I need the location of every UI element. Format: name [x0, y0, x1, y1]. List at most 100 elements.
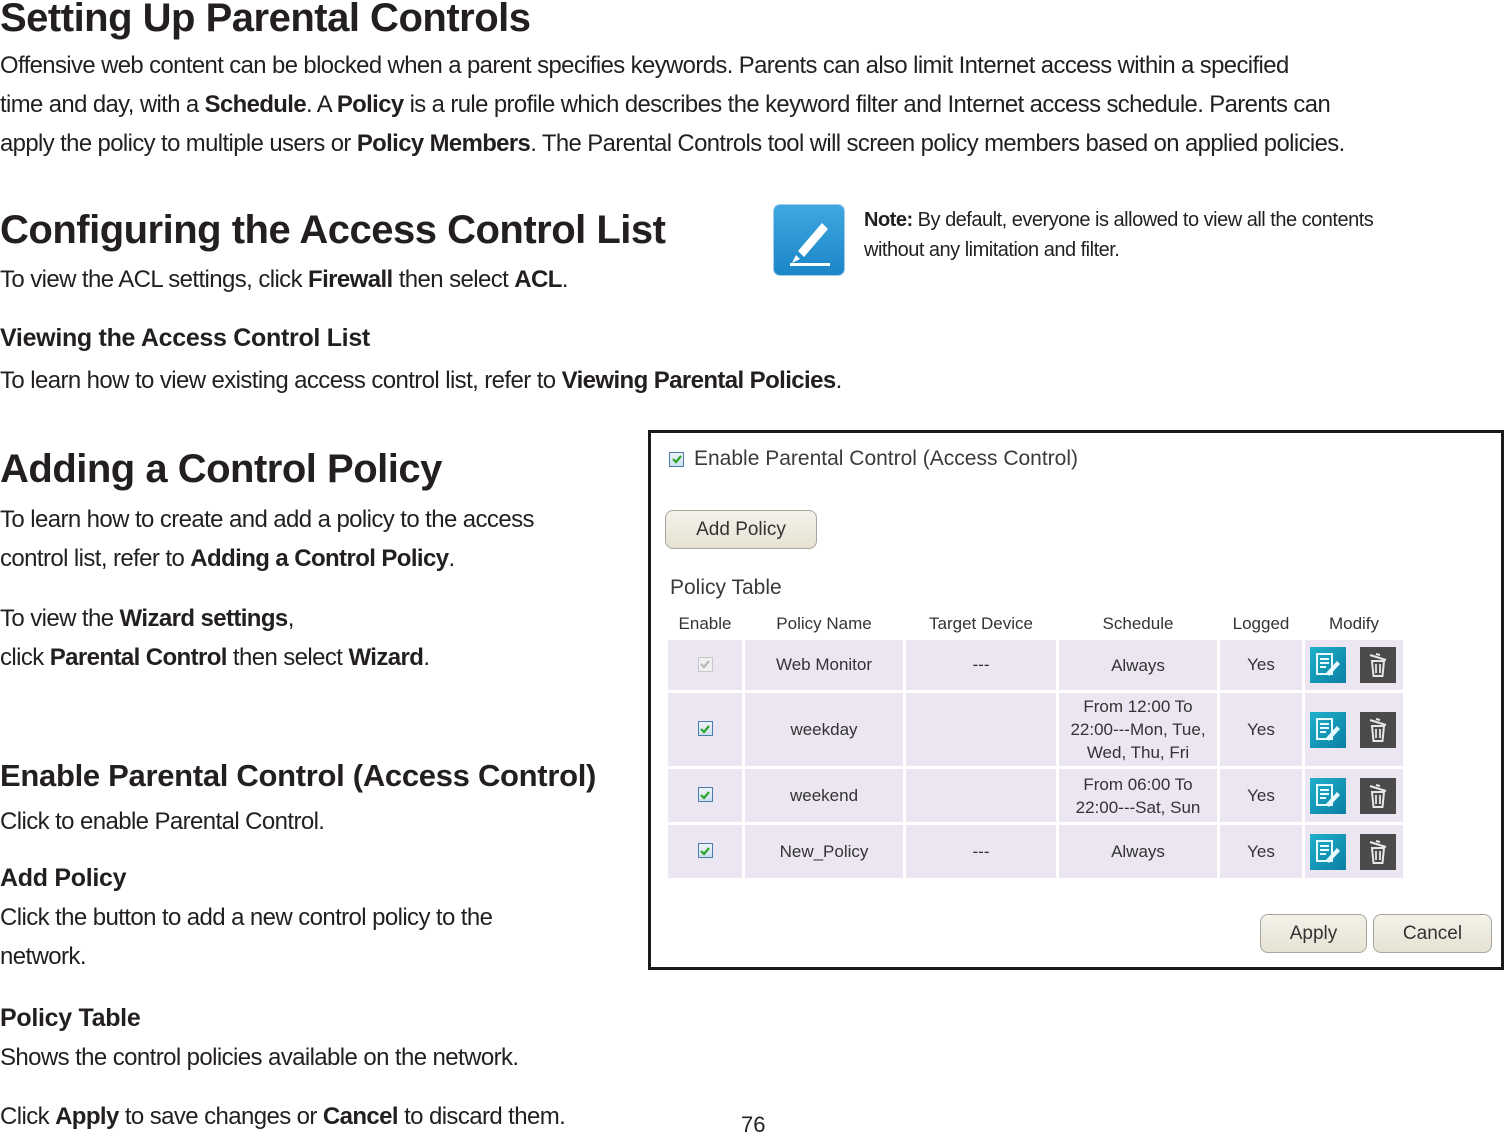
note-label: Note: — [864, 209, 913, 231]
delete-icon[interactable] — [1360, 833, 1396, 870]
acl-heading: Configuring the Access Control List — [0, 208, 666, 252]
text: then select — [226, 644, 349, 671]
text: . — [561, 266, 569, 293]
text: , — [287, 605, 295, 632]
check-icon — [700, 724, 710, 734]
text: . A — [306, 91, 337, 118]
text: network. — [0, 943, 87, 970]
target-device-cell — [906, 769, 1056, 822]
schedule-line: From 12:00 To — [1083, 697, 1193, 716]
schedule-cell: From 06:00 To 22:00---Sat, Sun — [1059, 769, 1217, 822]
schedule-line: Always — [1111, 842, 1165, 861]
text: To view the — [0, 605, 120, 632]
delete-icon[interactable] — [1360, 777, 1396, 814]
enable-parental-control-row[interactable]: Enable Parental Control (Access Control) — [669, 447, 1078, 471]
edit-icon[interactable] — [1310, 833, 1346, 870]
schedule-cell: Always — [1059, 640, 1217, 690]
target-device-cell: --- — [906, 825, 1056, 878]
enable-parental-heading: Enable Parental Control (Access Control) — [0, 758, 597, 793]
firewall-ref: Firewall — [308, 266, 393, 293]
enable-desc: Click to enable Parental Control. — [0, 808, 325, 835]
text: . — [448, 545, 456, 572]
viewing-acl-text: To learn how to view existing access con… — [0, 361, 842, 400]
edit-icon[interactable] — [1310, 711, 1346, 748]
text: . — [835, 367, 843, 394]
paragraph-line: time and day, with a Schedule. A Policy … — [0, 85, 1500, 124]
parental-control-screenshot: Enable Parental Control (Access Control)… — [648, 430, 1504, 970]
note-text: Note: By default, everyone is allowed to… — [864, 205, 1374, 265]
table-row: weekend From 06:00 To 22:00---Sat, Sun Yes — [668, 769, 1403, 822]
logged-cell: Yes — [1220, 640, 1302, 690]
enable-parental-control-checkbox[interactable] — [669, 451, 684, 467]
policy-table-subheading: Policy Table — [0, 1004, 141, 1032]
edit-icon[interactable] — [1310, 647, 1346, 683]
paragraph-line: apply the policy to multiple users or Po… — [0, 124, 1500, 163]
wizard-ref: Wizard — [348, 644, 424, 671]
enable-cell — [668, 825, 742, 878]
modify-cell — [1305, 640, 1403, 690]
bold-term: Policy — [336, 91, 404, 118]
policy-enable-checkbox[interactable] — [697, 721, 713, 736]
policy-name-cell: Web Monitor — [745, 640, 903, 690]
paragraph-line: Offensive web content can be blocked whe… — [0, 46, 1500, 85]
text: Offensive web content can be blocked whe… — [0, 52, 1289, 79]
column-header-enable: Enable — [678, 614, 732, 633]
policy-enable-checkbox — [697, 656, 713, 672]
adding-policy-ref: Adding a Control Policy — [190, 545, 449, 572]
column-header-logged: Logged — [1232, 614, 1290, 633]
column-header-modify: Modify — [1328, 614, 1380, 633]
text: control list, refer to — [0, 545, 191, 572]
policy-enable-checkbox[interactable] — [697, 843, 713, 858]
add-policy-subheading: Add Policy — [0, 864, 127, 892]
acl-ref: ACL — [514, 266, 562, 293]
cancel-ref: Cancel — [322, 1103, 399, 1130]
text: to discard them. — [398, 1103, 566, 1130]
column-header-schedule: Schedule — [1102, 614, 1174, 633]
logged-cell: Yes — [1220, 693, 1302, 766]
text: . — [423, 644, 430, 671]
wizard-settings-ref: Wizard settings — [119, 605, 289, 632]
text: click — [0, 644, 50, 671]
enable-cell — [668, 693, 742, 766]
schedule-line: From 06:00 To — [1083, 774, 1193, 794]
modify-cell — [1305, 769, 1403, 822]
viewing-acl-subheading: Viewing the Access Control List — [0, 324, 370, 352]
text: then select — [392, 266, 515, 293]
text: To learn how to view existing access con… — [0, 367, 562, 394]
policy-name-cell: weekday — [745, 693, 903, 766]
policy-table-desc: Shows the control policies available on … — [0, 1044, 519, 1071]
policy-table-title: Policy Table — [670, 576, 782, 599]
policy-enable-checkbox[interactable] — [697, 787, 713, 802]
check-icon — [671, 455, 682, 464]
bold-term: Schedule — [204, 91, 307, 118]
enable-cell — [668, 640, 742, 690]
check-icon — [700, 660, 710, 669]
apply-ref: Apply — [55, 1103, 119, 1130]
pencil-note-icon — [774, 205, 844, 275]
schedule-cell: Always — [1059, 825, 1217, 878]
enable-parental-control-label: Enable Parental Control (Access Control) — [694, 447, 1079, 470]
text: to save changes or — [118, 1103, 323, 1130]
cancel-button[interactable]: Cancel — [1373, 914, 1492, 953]
policy-table: Enable Policy Name Target Device Schedul… — [665, 608, 1406, 881]
page-number: 76 — [741, 1112, 766, 1137]
parental-control-ref: Parental Control — [49, 644, 228, 671]
delete-icon[interactable] — [1360, 647, 1396, 683]
edit-icon[interactable] — [1310, 777, 1346, 814]
add-policy-desc: Click the button to add a new control po… — [0, 898, 493, 976]
delete-icon[interactable] — [1360, 711, 1396, 748]
enable-cell — [668, 769, 742, 822]
text: Click — [0, 1103, 56, 1130]
add-policy-button[interactable]: Add Policy — [665, 510, 817, 549]
apply-button[interactable]: Apply — [1260, 914, 1367, 953]
table-row: weekday From 12:00 To 22:00---Mon, Tue, Wed… — [668, 693, 1403, 766]
text: time and day, with a — [0, 91, 205, 118]
logged-cell: Yes — [1220, 769, 1302, 822]
text: . The Parental Controls tool will screen… — [530, 130, 1345, 157]
table-row: Web Monitor --- Always Yes — [668, 640, 1403, 690]
schedule-cell: From 12:00 To 22:00---Mon, Tue, Wed, Thu, … — [1059, 693, 1217, 766]
intro-paragraph: Offensive web content can be blocked whe… — [0, 46, 1508, 163]
schedule-line: Always — [1111, 655, 1165, 675]
schedule-line: Wed, Thu, Fri — [1086, 743, 1190, 762]
check-icon — [700, 846, 710, 856]
